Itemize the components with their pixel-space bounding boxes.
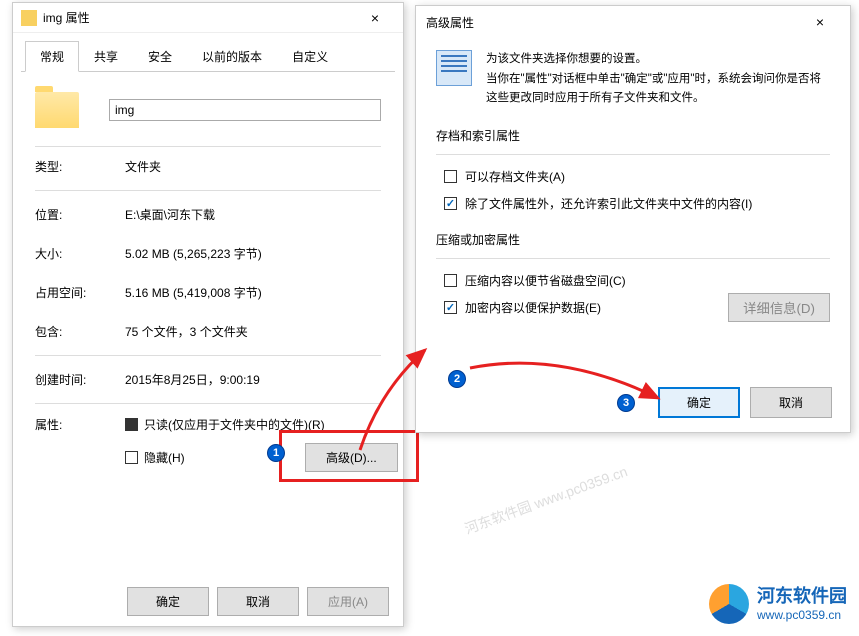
location-value: E:\桌面\河东下载 <box>125 206 215 223</box>
adv-title: 高级属性 <box>426 14 474 31</box>
logo-text-cn: 河东软件园 <box>757 586 847 608</box>
created-value: 2015年8月25日，9:00:19 <box>125 371 260 388</box>
details-button[interactable]: 详细信息(D) <box>728 293 830 322</box>
location-label: 位置: <box>35 206 125 223</box>
contains-value: 75 个文件，3 个文件夹 <box>125 323 248 340</box>
sizeondisk-label: 占用空间: <box>35 284 125 301</box>
adv-cancel-button[interactable]: 取消 <box>750 387 832 418</box>
folder-name-input[interactable] <box>109 99 381 121</box>
step-marker-2: 2 <box>448 370 466 388</box>
logo-icon <box>709 584 749 624</box>
index-checkbox[interactable] <box>444 197 457 210</box>
tab-previous[interactable]: 以前的版本 <box>187 41 277 71</box>
folder-large-icon <box>35 92 79 128</box>
close-icon[interactable]: × <box>800 14 840 30</box>
type-label: 类型: <box>35 158 125 175</box>
ok-button[interactable]: 确定 <box>127 587 209 616</box>
created-label: 创建时间: <box>35 371 125 388</box>
compress-label: 压缩内容以便节省磁盘空间(C) <box>465 272 626 289</box>
readonly-checkbox[interactable] <box>125 418 138 431</box>
close-icon[interactable]: × <box>355 10 395 26</box>
adv-description: 为该文件夹选择你想要的设置。 当你在"属性"对话框中单击"确定"或"应用"时，系… <box>486 50 830 109</box>
site-logo: 河东软件园 www.pc0359.cn <box>709 584 847 624</box>
size-value: 5.02 MB (5,265,223 字节) <box>125 245 262 262</box>
tab-security[interactable]: 安全 <box>133 41 187 71</box>
advanced-button[interactable]: 高级(D)... <box>305 443 398 472</box>
type-value: 文件夹 <box>125 158 161 175</box>
tab-custom[interactable]: 自定义 <box>277 41 343 71</box>
dialog-title: img 属性 <box>43 9 90 26</box>
index-label: 除了文件属性外，还允许索引此文件夹中文件的内容(I) <box>465 195 752 212</box>
tab-sharing[interactable]: 共享 <box>79 41 133 71</box>
group-archive: 存档和索引属性 <box>436 127 830 144</box>
titlebar: img 属性 × <box>13 3 403 33</box>
hidden-checkbox[interactable] <box>125 451 138 464</box>
contains-label: 包含: <box>35 323 125 340</box>
adv-titlebar: 高级属性 × <box>416 6 850 38</box>
cancel-button[interactable]: 取消 <box>217 587 299 616</box>
hidden-label: 隐藏(H) <box>144 449 185 466</box>
properties-dialog: img 属性 × 常规 共享 安全 以前的版本 自定义 类型:文件夹 位置:E:… <box>12 2 404 627</box>
apply-button[interactable]: 应用(A) <box>307 587 389 616</box>
step-marker-3: 3 <box>617 394 635 412</box>
size-label: 大小: <box>35 245 125 262</box>
compress-checkbox[interactable] <box>444 274 457 287</box>
watermark: 河东软件园 www.pc0359.cn <box>462 461 630 539</box>
sizeondisk-value: 5.16 MB (5,419,008 字节) <box>125 284 262 301</box>
encrypt-label: 加密内容以便保护数据(E) <box>465 299 601 316</box>
adv-ok-button[interactable]: 确定 <box>658 387 740 418</box>
tab-general[interactable]: 常规 <box>25 41 79 72</box>
encrypt-checkbox[interactable] <box>444 301 457 314</box>
advanced-attributes-dialog: 高级属性 × 为该文件夹选择你想要的设置。 当你在"属性"对话框中单击"确定"或… <box>415 5 851 433</box>
general-content: 类型:文件夹 位置:E:\桌面\河东下载 大小:5.02 MB (5,265,2… <box>13 72 403 488</box>
archive-label: 可以存档文件夹(A) <box>465 168 565 185</box>
step-marker-1: 1 <box>267 444 285 462</box>
attributes-label: 属性: <box>35 416 125 433</box>
readonly-label: 只读(仅应用于文件夹中的文件)(R) <box>144 416 325 433</box>
group-compress: 压缩或加密属性 <box>436 231 830 248</box>
tabs: 常规 共享 安全 以前的版本 自定义 <box>21 41 395 72</box>
settings-list-icon <box>436 50 472 86</box>
archive-checkbox[interactable] <box>444 170 457 183</box>
logo-text-url: www.pc0359.cn <box>757 608 847 622</box>
folder-icon <box>21 10 37 26</box>
